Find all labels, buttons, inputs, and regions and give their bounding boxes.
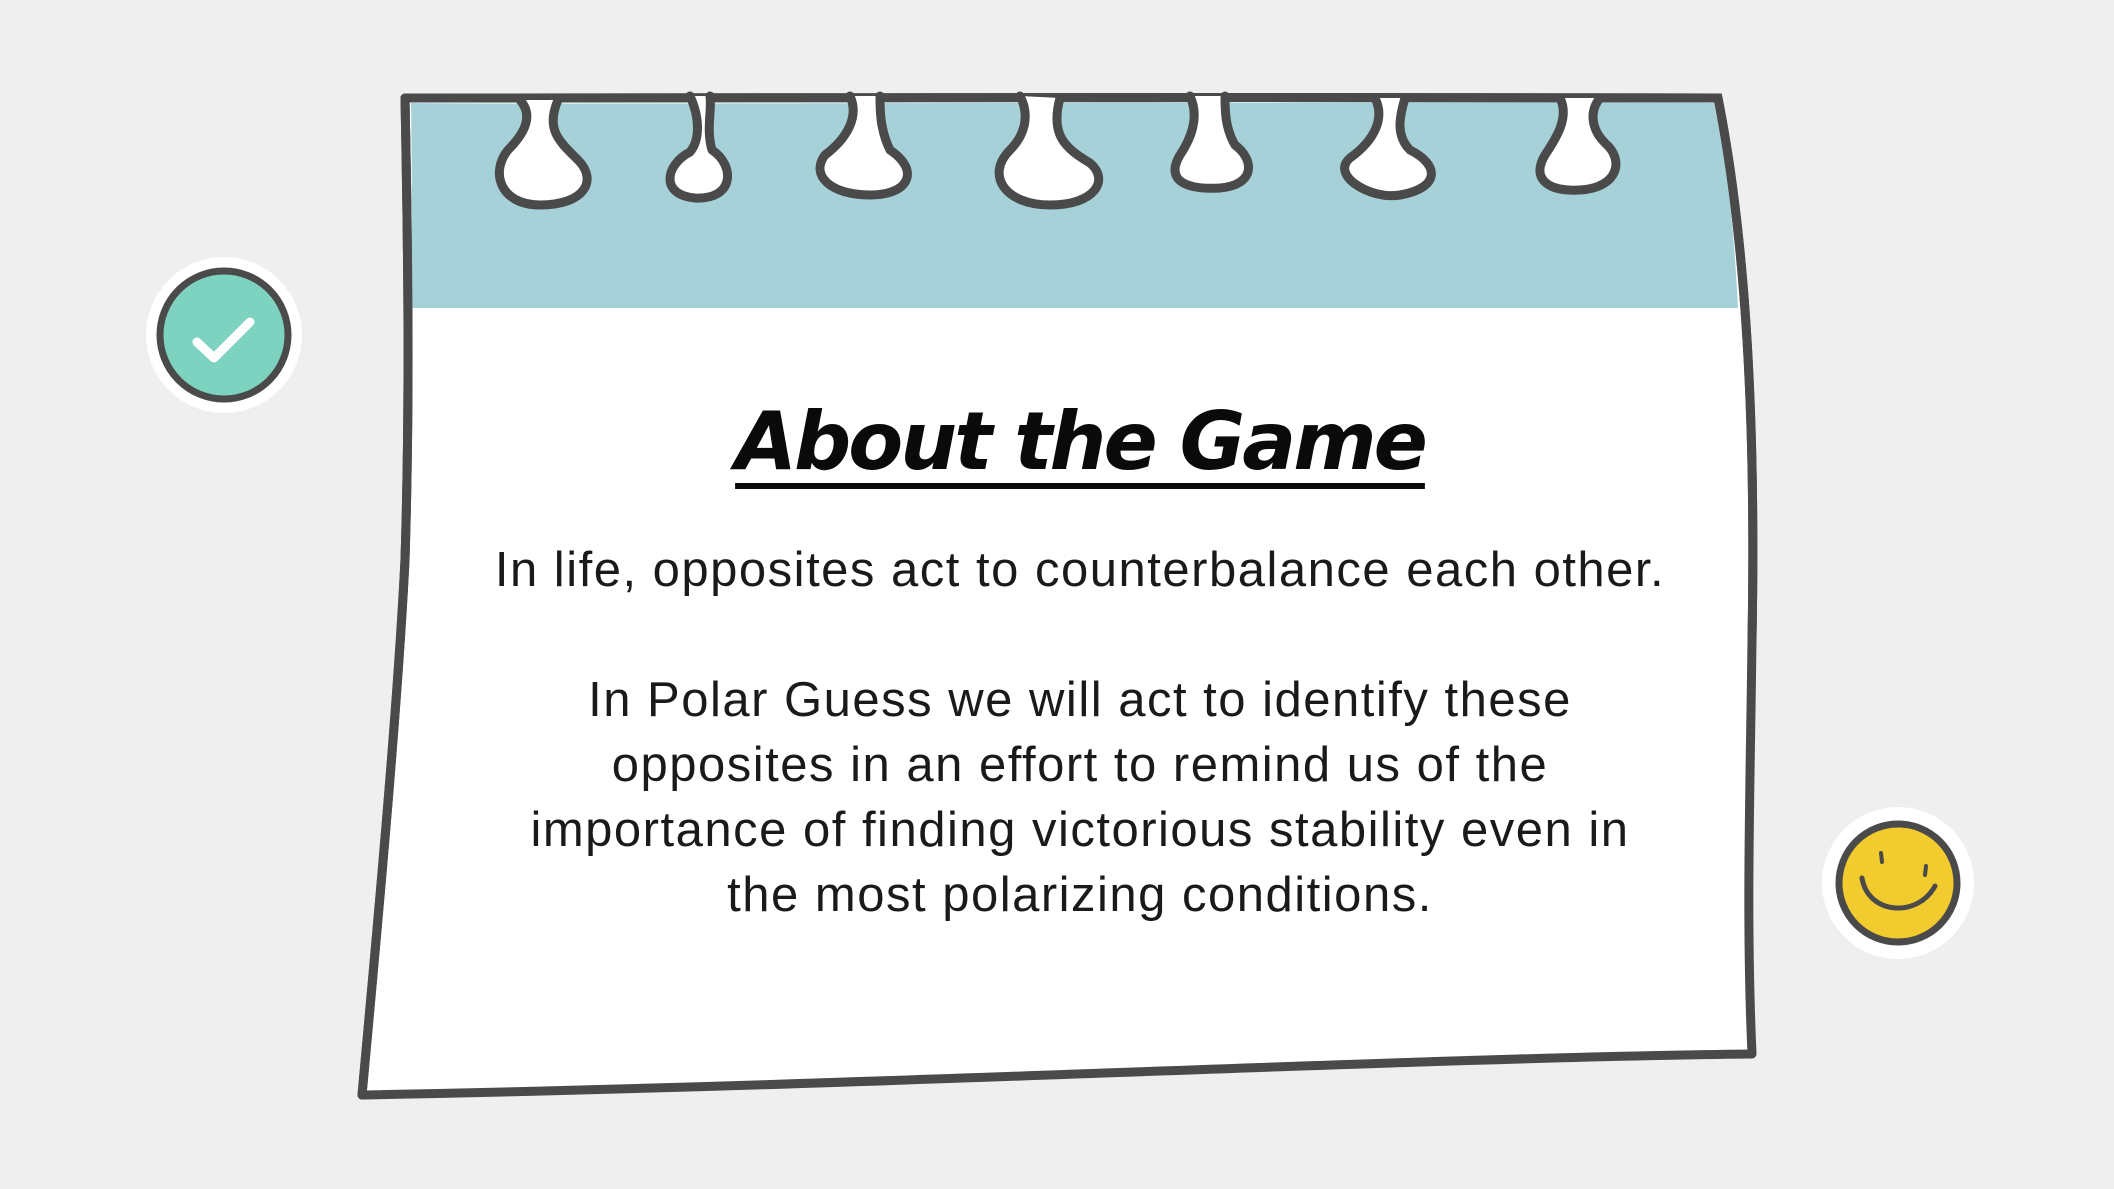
smiley-badge-icon xyxy=(1822,807,1974,959)
notepad-content: About the Game In life, opposites act to… xyxy=(420,395,1740,928)
check-badge-icon xyxy=(146,257,302,413)
slide-title: About the Game xyxy=(735,395,1428,488)
intro-text: In life, opposites act to counterbalance… xyxy=(494,543,1666,597)
slide: About the Game In life, opposites act to… xyxy=(0,0,2114,1189)
body-text: In Polar Guess we will act to identify t… xyxy=(530,673,1630,922)
